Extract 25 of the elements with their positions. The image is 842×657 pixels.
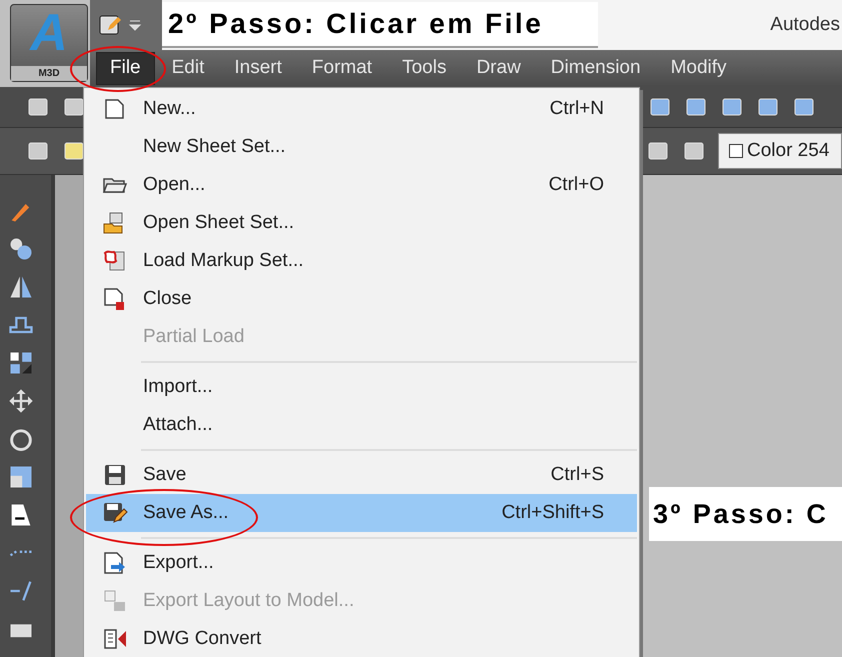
menu-item[interactable]: Edit	[158, 52, 218, 85]
menu-option[interactable]: Open... Ctrl+O	[86, 166, 637, 204]
menu-item[interactable]: File	[96, 52, 155, 85]
menu-item[interactable]: Draw	[463, 52, 534, 85]
menu-item[interactable]: Dimension	[538, 52, 654, 85]
menu-option[interactable]: New... Ctrl+N	[86, 90, 637, 128]
menu-option[interactable]: Import...	[86, 368, 637, 406]
step-caption: 2º Passo: Clicar em File	[162, 2, 598, 48]
menu-option[interactable]: Close	[86, 280, 637, 318]
menu-option[interactable]: Export...	[86, 544, 637, 582]
menu-option[interactable]: Load Markup Set...	[86, 242, 637, 280]
menu-option[interactable]: Open Sheet Set...	[86, 204, 637, 242]
step-caption: 3º Passo: C	[649, 487, 842, 541]
color-dropdown[interactable]: Color 254	[718, 133, 842, 169]
menu-option[interactable]: Attach...	[86, 406, 637, 444]
menu-option[interactable]: New Sheet Set...	[86, 128, 637, 166]
menu-item[interactable]: Format	[298, 52, 386, 85]
menu-option[interactable]: Save Ctrl+S	[86, 456, 637, 494]
menu-item[interactable]: Tools	[389, 52, 460, 85]
menu-option[interactable]: DWG Convert	[86, 620, 637, 657]
app-button[interactable]: A M3D	[10, 4, 88, 82]
menu-item[interactable]: Modify	[658, 52, 740, 85]
menu-option[interactable]: Save As... Ctrl+Shift+S	[86, 494, 637, 532]
menu-item[interactable]: Insert	[221, 52, 295, 85]
window-title: Autodes	[770, 12, 840, 37]
